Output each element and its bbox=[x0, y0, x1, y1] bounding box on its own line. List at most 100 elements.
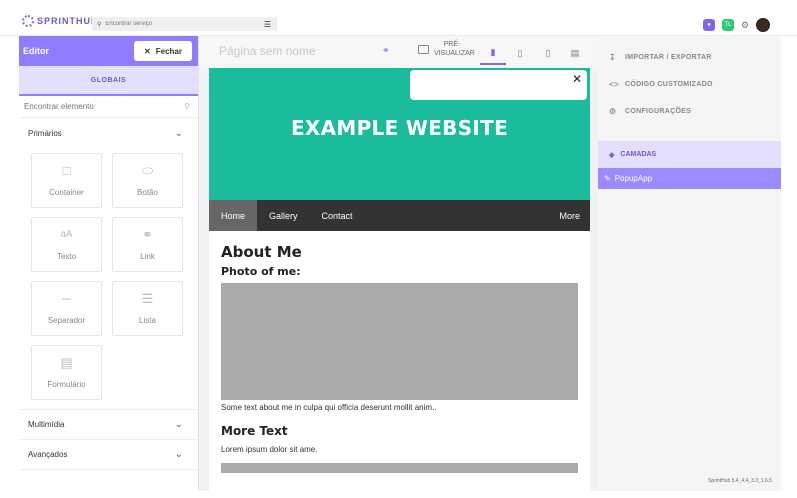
close-editor-button[interactable]: ✕ Fechar bbox=[134, 41, 192, 61]
version-text: SprintHub 5.4_4.4_3.3_1.6.5 bbox=[708, 478, 772, 484]
popup-box[interactable]: ✕ bbox=[410, 70, 587, 100]
gear-icon: ⚙ bbox=[609, 107, 617, 116]
item-label: CÓDIGO CUSTOMIZADO bbox=[625, 81, 713, 88]
layer-item-popupapp[interactable]: ✎ PopupApp bbox=[598, 168, 781, 189]
tile-label: Botão bbox=[137, 188, 158, 197]
pill-icon: ⬭ bbox=[141, 163, 154, 178]
item-label: CONFIGURAÇÕES bbox=[625, 108, 692, 115]
sprinthub-logo[interactable]: SPRINTHUB bbox=[22, 15, 99, 27]
mobile-view-icon[interactable]: ▯ bbox=[535, 41, 561, 65]
nav-gallery[interactable]: Gallery bbox=[257, 200, 310, 231]
text-icon: aA bbox=[60, 229, 73, 240]
section-label: Primários bbox=[28, 128, 62, 138]
image-placeholder bbox=[221, 463, 578, 473]
canvas-area: Página sem nome ⚭ PRÉ-VISUALIZAR ▮ ▯ ▯ ▤… bbox=[199, 36, 598, 491]
preview-icon bbox=[418, 44, 429, 54]
hero-section[interactable]: EXAMPLE WEBSITE ✕ bbox=[209, 68, 590, 200]
close-icon[interactable]: ✕ bbox=[572, 72, 582, 86]
link-icon[interactable]: ⚭ bbox=[382, 45, 390, 56]
preview-button[interactable]: PRÉ-VISUALIZAR bbox=[418, 40, 475, 58]
user-badge[interactable]: TL bbox=[722, 19, 734, 31]
service-search-input[interactable] bbox=[105, 21, 246, 27]
tile-link[interactable]: ⚭ Link bbox=[112, 217, 183, 272]
link-icon: ⚭ bbox=[142, 227, 153, 242]
code-icon: <> bbox=[609, 80, 619, 89]
section-label: Multimídia bbox=[28, 420, 65, 429]
site-content: About Me Photo of me: Some text about me… bbox=[209, 231, 590, 473]
nav-home[interactable]: Home bbox=[209, 200, 258, 231]
chevron-down-icon: ⌄ bbox=[174, 127, 183, 139]
tile-label: Separador bbox=[47, 316, 86, 325]
layers-header[interactable]: ◈ CAMADAS bbox=[598, 141, 781, 168]
section-primarios[interactable]: Primários ⌄ bbox=[19, 118, 198, 148]
square-icon: □ bbox=[62, 163, 71, 178]
tile-label: Texto bbox=[56, 252, 77, 261]
tile-formulario[interactable]: ▤ Formulário bbox=[31, 345, 102, 400]
editor-header: Editor ✕ Fechar bbox=[19, 36, 198, 66]
logo-mark-icon bbox=[22, 15, 34, 27]
search-icon: ⚲ bbox=[97, 21, 102, 28]
page-name-field[interactable]: Página sem nome bbox=[219, 44, 316, 58]
nav-contact[interactable]: Contact bbox=[310, 200, 365, 231]
more-title: More Text bbox=[221, 424, 288, 438]
close-icon: ✕ bbox=[144, 46, 151, 56]
photo-label: Photo of me: bbox=[221, 265, 301, 278]
service-search[interactable]: ⚲ ☰ bbox=[92, 17, 277, 31]
import-icon: ↧ bbox=[609, 53, 617, 62]
tile-lista[interactable]: ☰ Lista bbox=[112, 281, 183, 336]
tab-globais[interactable]: GLOBAIS bbox=[19, 66, 198, 96]
hero-title: EXAMPLE WEBSITE bbox=[290, 116, 509, 140]
section-multimidia[interactable]: Multimídia ⌄ bbox=[19, 410, 198, 440]
section-label: Avançados bbox=[28, 450, 68, 459]
layer-label: PopupApp bbox=[614, 174, 653, 183]
pencil-icon: ✎ bbox=[604, 174, 611, 183]
about-title: About Me bbox=[221, 243, 302, 261]
code-view-icon[interactable]: ▤ bbox=[562, 41, 588, 65]
photo-placeholder bbox=[221, 283, 578, 400]
tile-botao[interactable]: ⬭ Botão bbox=[112, 153, 183, 208]
list-icon: ☰ bbox=[141, 291, 154, 306]
layers-icon: ◈ bbox=[609, 151, 615, 159]
layers-label: CAMADAS bbox=[620, 151, 657, 158]
logo-text: SPRINTHUB bbox=[37, 16, 99, 26]
find-element-input[interactable] bbox=[24, 102, 164, 111]
tile-container[interactable]: □ Container bbox=[31, 153, 102, 208]
site-nav: Home Gallery Contact More bbox=[209, 200, 590, 231]
preview-label: PRÉ-VISUALIZAR bbox=[434, 41, 475, 57]
chevron-down-icon: ⌄ bbox=[174, 449, 183, 460]
chevron-down-icon: ⌄ bbox=[174, 419, 183, 430]
website-preview: EXAMPLE WEBSITE ✕ Home Gallery Contact M… bbox=[209, 68, 590, 491]
more-text: Lorem ipsum dolor sit ame. bbox=[221, 445, 318, 454]
editor-title: Editor bbox=[23, 46, 49, 56]
desktop-view-icon[interactable]: ▮ bbox=[480, 41, 506, 65]
avatar[interactable] bbox=[756, 18, 771, 32]
tile-label: Lista bbox=[139, 316, 156, 325]
gear-icon[interactable]: ⚙ bbox=[741, 20, 749, 31]
tile-label: Formulário bbox=[47, 380, 86, 389]
top-right-icons: ● TL ⚙ bbox=[703, 18, 771, 32]
about-text: Some text about me in culpa qui officia … bbox=[221, 403, 437, 412]
right-panel: ↧ IMPORTAR / EXPORTAR <> CÓDIGO CUSTOMIZ… bbox=[598, 36, 781, 491]
tile-label: Link bbox=[140, 252, 155, 261]
form-icon: ▤ bbox=[60, 355, 73, 370]
apps-icon[interactable]: ● bbox=[703, 19, 715, 31]
search-icon: ⚲ bbox=[184, 102, 190, 111]
close-label: Fechar bbox=[155, 46, 182, 56]
canvas-toolbar: Página sem nome ⚭ PRÉ-VISUALIZAR ▮ ▯ ▯ ▤ bbox=[199, 36, 598, 67]
tile-texto[interactable]: aA Texto bbox=[31, 217, 102, 272]
editor-panel: Editor ✕ Fechar GLOBAIS ⚲ Primários ⌄ □ … bbox=[19, 36, 199, 491]
menu-icon[interactable]: ☰ bbox=[264, 20, 271, 29]
nav-more[interactable]: More bbox=[547, 200, 590, 231]
tile-separador[interactable]: ─ Separador bbox=[31, 281, 102, 336]
tile-label: Container bbox=[49, 188, 84, 197]
import-export-item[interactable]: ↧ IMPORTAR / EXPORTAR bbox=[598, 44, 781, 71]
separator-icon: ─ bbox=[61, 291, 72, 306]
tablet-view-icon[interactable]: ▯ bbox=[507, 41, 533, 65]
custom-code-item[interactable]: <> CÓDIGO CUSTOMIZADO bbox=[598, 71, 781, 98]
section-avancados[interactable]: Avançados ⌄ bbox=[19, 440, 198, 470]
item-label: IMPORTAR / EXPORTAR bbox=[625, 54, 712, 61]
top-bar: SPRINTHUB ⚲ ☰ ● TL ⚙ bbox=[0, 0, 797, 36]
elements-grid: □ Container ⬭ Botão aA Texto ⚭ Link ─ Se… bbox=[19, 148, 198, 410]
find-element: ⚲ bbox=[19, 96, 198, 118]
settings-item[interactable]: ⚙ CONFIGURAÇÕES bbox=[598, 98, 781, 125]
